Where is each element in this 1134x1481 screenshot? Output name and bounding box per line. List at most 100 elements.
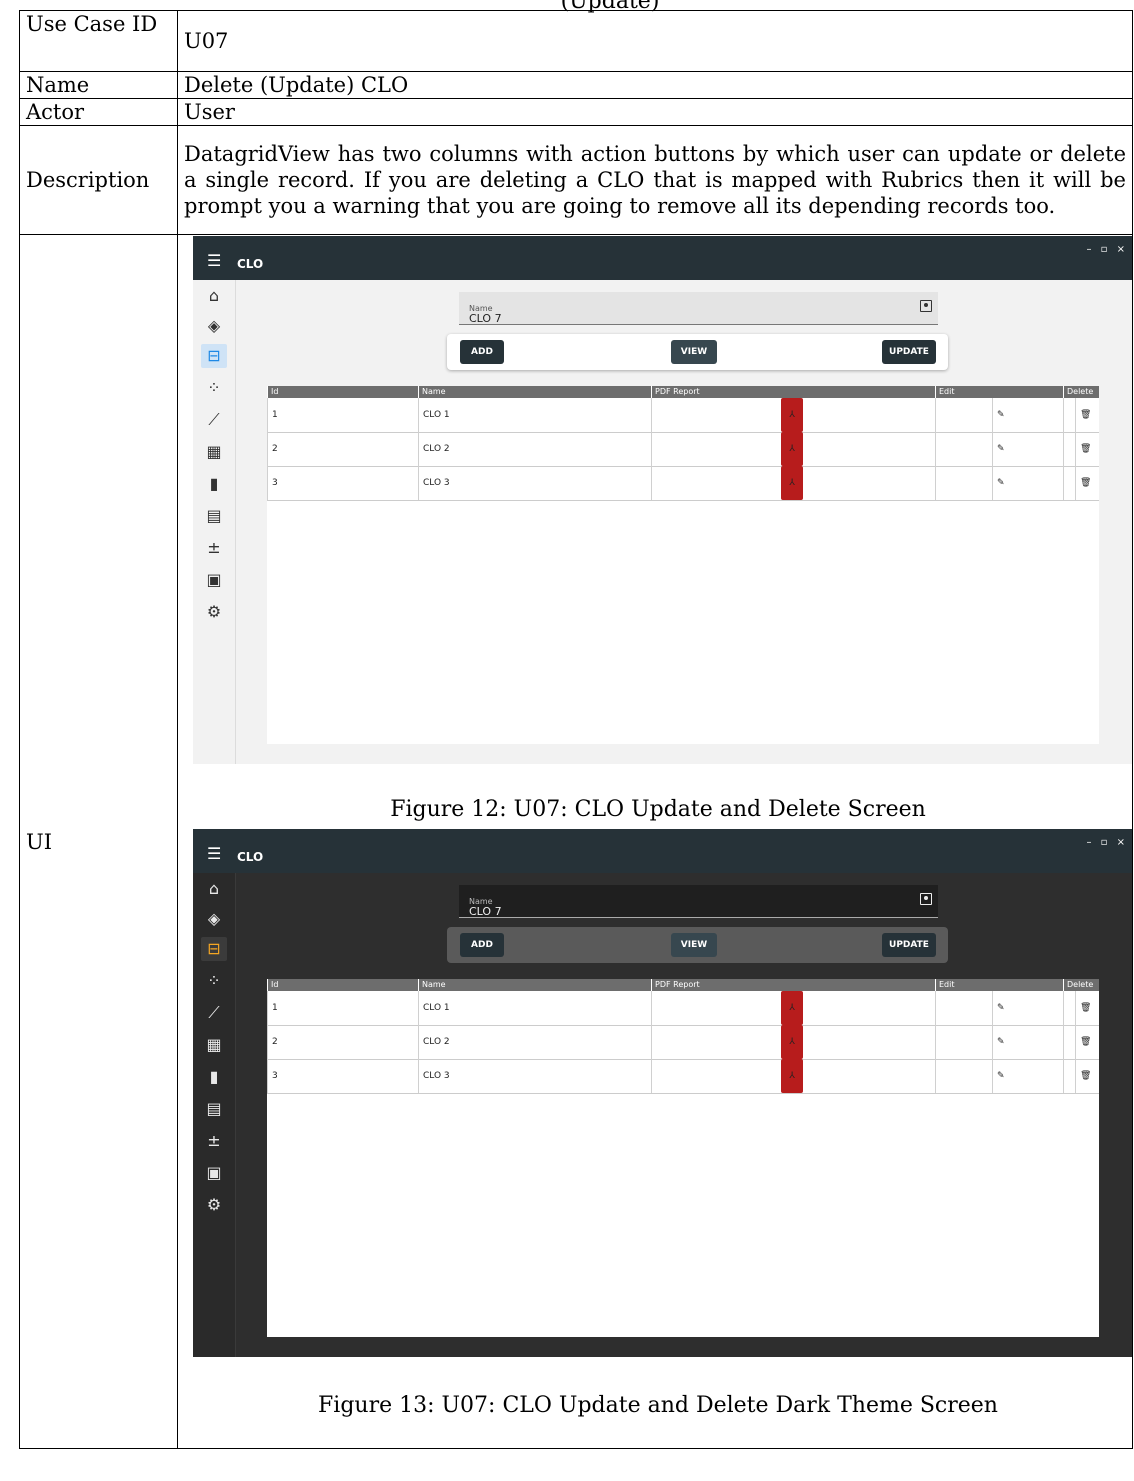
grid-header: Id Name PDF Report Edit Delete xyxy=(267,979,1099,991)
column-header-delete[interactable]: Delete xyxy=(1063,979,1099,991)
math-ops-icon[interactable]: ± xyxy=(201,536,227,560)
ui-screens-cell: ☰ CLO – ▫ × ⌂ ◈ ⊟ ⁘ ⟋ ▦ ▮ ▤ ± ▣ ⚙ Name C… xyxy=(177,234,1133,1449)
dark-theme-screenshot: ☰ CLO – ▫ × ⌂ ◈ ⊟ ⁘ ⟋ ▦ ▮ ▤ ± ▣ ⚙ Name C… xyxy=(193,829,1132,1357)
column-header-edit[interactable]: Edit xyxy=(935,386,1063,398)
cell-edit: ✎ xyxy=(935,398,1063,432)
calendar-icon[interactable]: ▦ xyxy=(201,440,227,464)
cell-name: CLO 3 xyxy=(418,1059,651,1093)
clo-datagrid: Id Name PDF Report Edit Delete 1 CLO 1 ⅄… xyxy=(267,386,1099,744)
column-header-id[interactable]: Id xyxy=(267,979,418,991)
column-header-id[interactable]: Id xyxy=(267,386,418,398)
cell-pdf: ⅄ xyxy=(651,398,935,432)
table-row[interactable]: 1 CLO 1 ⅄ ✎ 🗑 xyxy=(267,991,1099,1026)
cell-pdf: ⅄ xyxy=(651,432,935,466)
cell-edit: ✎ xyxy=(935,991,1063,1025)
edit-pencil-icon[interactable]: ✎ xyxy=(992,991,1005,1025)
cell-pdf: ⅄ xyxy=(651,991,935,1025)
scatter-icon[interactable]: ⁘ xyxy=(201,376,227,400)
table-row[interactable]: 3 CLO 3 ⅄ ✎ 🗑 xyxy=(267,1059,1099,1094)
pdf-report-icon[interactable]: ⅄ xyxy=(781,1059,803,1093)
hamburger-menu-icon[interactable]: ☰ xyxy=(207,841,221,867)
home-icon[interactable]: ⌂ xyxy=(201,284,227,308)
pdf-report-icon[interactable]: ⅄ xyxy=(781,1025,803,1059)
cell-edit: ✎ xyxy=(935,466,1063,500)
cell-edit: ✎ xyxy=(935,1059,1063,1093)
light-theme-screenshot: ☰ CLO – ▫ × ⌂ ◈ ⊟ ⁘ ⟋ ▦ ▮ ▤ ± ▣ ⚙ Name C… xyxy=(193,236,1132,764)
settings-icon[interactable]: ⚙ xyxy=(201,600,227,624)
view-button[interactable]: VIEW xyxy=(671,933,717,957)
name-row: Name Delete (Update) CLO xyxy=(19,71,1133,99)
scatter-icon[interactable]: ⁘ xyxy=(201,969,227,993)
use-case-id-value: U07 xyxy=(177,10,1133,72)
grid-header: Id Name PDF Report Edit Delete xyxy=(267,386,1099,398)
add-button[interactable]: ADD xyxy=(460,340,504,364)
use-case-id-key: Use Case ID xyxy=(19,10,178,72)
table-row[interactable]: 2 CLO 2 ⅄ ✎ 🗑 xyxy=(267,1025,1099,1060)
edit-pencil-icon[interactable]: ✎ xyxy=(992,466,1005,500)
calendar-icon[interactable]: ▦ xyxy=(201,1033,227,1057)
use-case-id-row: Use Case ID U07 xyxy=(19,10,1133,72)
update-button[interactable]: UPDATE xyxy=(882,340,936,364)
cell-id: 1 xyxy=(267,991,418,1025)
window-controls[interactable]: – ▫ × xyxy=(1086,830,1128,856)
column-header-name[interactable]: Name xyxy=(418,979,651,991)
delete-trash-icon[interactable]: 🗑 xyxy=(1075,466,1091,500)
column-header-name[interactable]: Name xyxy=(418,386,651,398)
edit-pencil-icon[interactable]: ✎ xyxy=(992,1059,1005,1093)
column-header-pdf-report[interactable]: PDF Report xyxy=(651,979,935,991)
pdf-report-icon[interactable]: ⅄ xyxy=(781,432,803,466)
cell-name: CLO 2 xyxy=(418,1025,651,1059)
cell-delete: 🗑 xyxy=(1063,398,1099,432)
name-input-value: CLO 7 xyxy=(469,312,502,325)
cell-name: CLO 3 xyxy=(418,466,651,500)
cards-icon[interactable]: ▮ xyxy=(201,1065,227,1089)
calculator-icon[interactable]: ▤ xyxy=(201,504,227,528)
table-row[interactable]: 3 CLO 3 ⅄ ✎ 🗑 xyxy=(267,466,1099,501)
view-button[interactable]: VIEW xyxy=(671,340,717,364)
ui-key: UI xyxy=(19,234,178,1449)
delete-trash-icon[interactable]: 🗑 xyxy=(1075,398,1091,432)
name-input[interactable]: Name CLO 7 xyxy=(459,292,938,325)
ui-key-label: UI xyxy=(26,829,52,854)
delete-trash-icon[interactable]: 🗑 xyxy=(1075,1025,1091,1059)
pdf-report-icon[interactable]: ⅄ xyxy=(781,398,803,432)
column-header-delete[interactable]: Delete xyxy=(1063,386,1099,398)
math-ops-icon[interactable]: ± xyxy=(201,1129,227,1153)
cards-icon[interactable]: ▮ xyxy=(201,472,227,496)
add-button[interactable]: ADD xyxy=(460,933,504,957)
contact-card-icon xyxy=(920,300,932,312)
ruler-icon[interactable]: ⟋ xyxy=(201,1001,227,1025)
pdf-document-icon[interactable]: ▣ xyxy=(201,568,227,592)
pdf-report-icon[interactable]: ⅄ xyxy=(781,991,803,1025)
cell-delete: 🗑 xyxy=(1063,432,1099,466)
column-header-edit[interactable]: Edit xyxy=(935,979,1063,991)
pdf-document-icon[interactable]: ▣ xyxy=(201,1161,227,1185)
home-icon[interactable]: ⌂ xyxy=(201,877,227,901)
hierarchy-icon[interactable]: ⊟ xyxy=(201,937,227,961)
actor-row: Actor User xyxy=(19,98,1133,126)
delete-trash-icon[interactable]: 🗑 xyxy=(1075,991,1091,1025)
graduation-cap-icon[interactable]: ◈ xyxy=(201,907,227,931)
window-controls[interactable]: – ▫ × xyxy=(1086,237,1128,263)
hamburger-menu-icon[interactable]: ☰ xyxy=(207,248,221,274)
delete-trash-icon[interactable]: 🗑 xyxy=(1075,432,1091,466)
cell-edit: ✎ xyxy=(935,432,1063,466)
calculator-icon[interactable]: ▤ xyxy=(201,1097,227,1121)
cell-name: CLO 1 xyxy=(418,991,651,1025)
delete-trash-icon[interactable]: 🗑 xyxy=(1075,1059,1091,1093)
graduation-cap-icon[interactable]: ◈ xyxy=(201,314,227,338)
sidebar: ⌂ ◈ ⊟ ⁘ ⟋ ▦ ▮ ▤ ± ▣ ⚙ xyxy=(193,280,236,764)
edit-pencil-icon[interactable]: ✎ xyxy=(992,1025,1005,1059)
name-input[interactable]: Name CLO 7 xyxy=(459,885,938,918)
edit-pencil-icon[interactable]: ✎ xyxy=(992,398,1005,432)
table-row[interactable]: 2 CLO 2 ⅄ ✎ 🗑 xyxy=(267,432,1099,467)
update-button[interactable]: UPDATE xyxy=(882,933,936,957)
table-row[interactable]: 1 CLO 1 ⅄ ✎ 🗑 xyxy=(267,398,1099,433)
column-header-pdf-report[interactable]: PDF Report xyxy=(651,386,935,398)
hierarchy-icon[interactable]: ⊟ xyxy=(201,344,227,368)
edit-pencil-icon[interactable]: ✎ xyxy=(992,432,1005,466)
pdf-report-icon[interactable]: ⅄ xyxy=(781,466,803,500)
contact-card-icon xyxy=(920,893,932,905)
ruler-icon[interactable]: ⟋ xyxy=(201,408,227,432)
settings-icon[interactable]: ⚙ xyxy=(201,1193,227,1217)
